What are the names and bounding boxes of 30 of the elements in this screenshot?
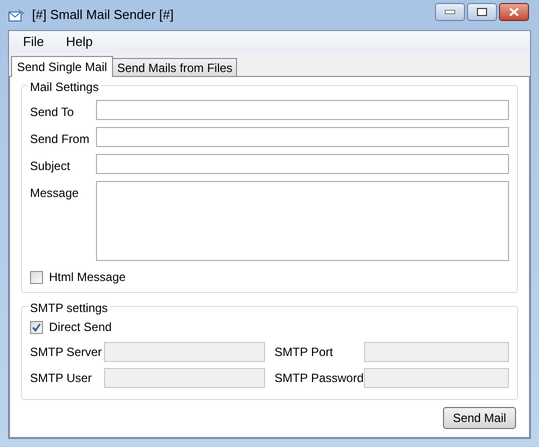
checkmark-icon [32,322,41,332]
field-label: SMTP Password [274,370,364,387]
field-label: Send From [30,131,90,148]
minimize-button[interactable] [435,3,465,21]
checkbox[interactable] [30,320,43,334]
field-label: SMTP Server [30,344,103,361]
close-button[interactable] [499,3,529,21]
close-icon [509,8,519,16]
menu-item[interactable]: File [17,32,50,52]
minimize-icon [445,10,455,14]
field-label: Message [30,185,80,202]
menu-item[interactable]: Help [60,32,99,52]
window-title: [#] Small Mail Sender [#] [32,6,174,24]
checkbox[interactable] [30,270,43,284]
checkbox-label: Html Message [49,269,126,286]
text-field[interactable] [96,154,509,174]
restore-icon [477,8,487,16]
message-field[interactable] [96,181,509,261]
checkbox-label: Direct Send [49,319,112,336]
field-label: SMTP Port [274,344,334,361]
send-mail-button[interactable]: Send Mail [443,407,516,429]
tab[interactable]: Send Mails from Files [112,58,238,76]
app-icon [8,7,26,23]
field-label: Subject [30,158,72,175]
maximize-button[interactable] [467,3,497,21]
field-label: Send To [30,104,75,121]
field-label: SMTP User [30,370,93,387]
text-field[interactable] [96,127,509,147]
text-field[interactable] [96,100,509,120]
tab[interactable]: Send Single Mail [11,56,114,77]
